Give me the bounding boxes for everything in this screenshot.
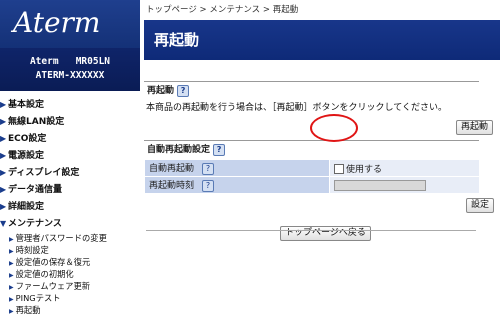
reboot-description: 本商品の再起動を行う場合は、［再起動］ボタンをクリックしてください。 <box>146 103 447 113</box>
help-icon[interactable]: ? <box>202 179 215 192</box>
sidebar-sub-reboot[interactable]: ▶ 再起動 <box>0 304 140 316</box>
table-row: 自動再起動? 使用する <box>144 159 480 177</box>
sidebar-sub-time[interactable]: ▶ 時刻設定 <box>0 244 140 256</box>
sidebar-sub-password[interactable]: ▶ 管理者パスワードの変更 <box>0 232 140 244</box>
triangle-right-icon: ▶ <box>0 117 7 126</box>
sidebar-item-wireless-lan[interactable]: ▶ 無線LAN設定 <box>0 113 140 130</box>
main-content: トップページ > メンテナンス > 再起動 再起動 再起動? 本商品の再起動を行… <box>140 0 500 327</box>
auto-reboot-label: 自動再起動? <box>144 159 330 177</box>
sidebar-item-basic[interactable]: ▶ 基本設定 <box>0 96 140 113</box>
table-row: 再起動時刻? <box>144 176 480 194</box>
sidebar-item-display[interactable]: ▶ ディスプレイ設定 <box>0 164 140 181</box>
auto-reboot-table: 自動再起動? 使用する 再起動時刻? <box>144 159 480 194</box>
sidebar-item-advanced[interactable]: ▶ 詳細設定 <box>0 198 140 215</box>
sidebar-sub-ping[interactable]: ▶ PINGテスト <box>0 292 140 304</box>
triangle-right-icon: ▶ <box>9 236 14 243</box>
back-to-top-button[interactable]: トップページへ戻る <box>280 226 371 241</box>
device-model: Aterm MR05LN <box>29 56 111 67</box>
help-icon[interactable]: ? <box>213 143 226 156</box>
triangle-right-icon: ▶ <box>9 248 14 255</box>
aterm-logo: Aterm <box>0 0 140 48</box>
reboot-section-heading: 再起動? <box>144 81 479 100</box>
triangle-down-icon: ▼ <box>0 219 7 228</box>
help-icon[interactable]: ? <box>202 162 215 175</box>
reboot-time-label: 再起動時刻? <box>144 176 330 194</box>
triangle-right-icon: ▶ <box>9 272 14 279</box>
auto-reboot-checkbox[interactable] <box>334 164 344 174</box>
help-icon[interactable]: ? <box>177 84 190 97</box>
triangle-right-icon: ▶ <box>9 308 14 315</box>
highlight-circle <box>310 114 358 142</box>
triangle-right-icon: ▶ <box>9 260 14 267</box>
triangle-right-icon: ▶ <box>9 296 14 303</box>
sidebar-item-maintenance[interactable]: ▼ メンテナンス <box>0 215 140 232</box>
sidebar-menu: ▶ 基本設定 ▶ 無線LAN設定 ▶ ECO設定 ▶ 電源設定 ▶ ディスプレイ設定 ▶ デ… <box>0 91 140 316</box>
triangle-right-icon: ▶ <box>0 100 7 109</box>
triangle-right-icon: ▶ <box>0 168 7 177</box>
apply-button[interactable]: 設定 <box>466 198 495 213</box>
sidebar-item-data-usage[interactable]: ▶ データ通信量 <box>0 181 140 198</box>
sidebar-item-power[interactable]: ▶ 電源設定 <box>0 147 140 164</box>
sidebar-sub-firmware[interactable]: ▶ ファームウェア更新 <box>0 280 140 292</box>
device-name: ATERM-XXXXXX <box>35 70 105 81</box>
auto-reboot-section-heading: 自動再起動設定? <box>144 140 479 159</box>
breadcrumb: トップページ > メンテナンス > 再起動 <box>140 0 500 20</box>
reboot-button[interactable]: 再起動 <box>456 120 494 135</box>
triangle-right-icon: ▶ <box>9 284 14 291</box>
auto-reboot-value: 使用する <box>329 159 480 177</box>
sidebar: Aterm Aterm MR05LN ATERM-XXXXXX ▶ 基本設定 ▶ 無… <box>0 0 140 327</box>
divider <box>146 230 476 231</box>
sidebar-sub-backup[interactable]: ▶ 設定値の保存＆復元 <box>0 256 140 268</box>
reboot-time-value <box>329 176 480 194</box>
triangle-right-icon: ▶ <box>0 151 7 160</box>
triangle-right-icon: ▶ <box>0 185 7 194</box>
sidebar-item-eco[interactable]: ▶ ECO設定 <box>0 130 140 147</box>
sidebar-sub-reset[interactable]: ▶ 設定値の初期化 <box>0 268 140 280</box>
triangle-right-icon: ▶ <box>0 202 7 211</box>
triangle-right-icon: ▶ <box>0 134 7 143</box>
reboot-time-field[interactable] <box>334 179 426 191</box>
page-title: 再起動 <box>144 20 500 60</box>
device-info: Aterm MR05LN ATERM-XXXXXX <box>0 48 140 91</box>
logo-text: Aterm <box>13 6 101 39</box>
